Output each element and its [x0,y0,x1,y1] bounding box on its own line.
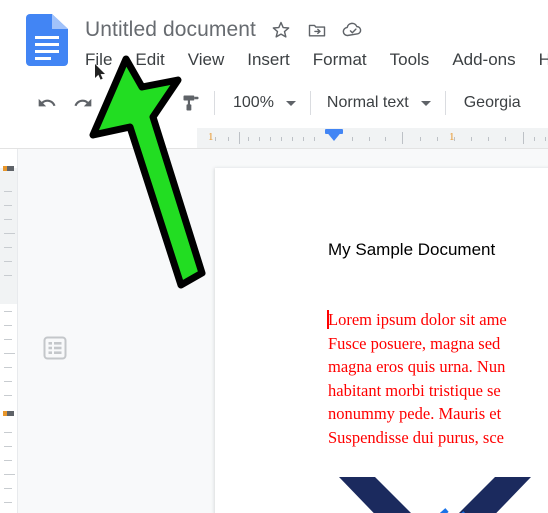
font-family-value: Georgia [463,94,521,111]
vertical-ruler[interactable] [0,149,18,513]
left-indent-marker[interactable] [325,130,343,141]
toolbar-divider [444,91,446,115]
ruler-minor-tick [4,191,12,192]
ruler-minor-tick [4,446,12,447]
ruler-number: 1 [208,131,214,143]
ruler-minor-tick [420,137,421,141]
ruler-minor-tick [4,325,12,326]
menu-item-tools[interactable]: Tools [390,50,430,70]
ruler-minor-tick [4,460,12,461]
font-family-dropdown[interactable]: Georgia [462,89,523,117]
bottom-margin-marker-accent [3,411,7,416]
ruler-minor-tick [4,395,12,396]
chevron-down-icon [285,100,296,106]
ruler-minor-tick [352,137,353,141]
print-icon[interactable] [104,88,134,118]
ruler-minor-tick [259,137,260,141]
ruler-minor-tick [248,137,249,141]
ruler-gutter [0,128,197,148]
zoom-dropdown[interactable]: 100% [231,89,302,117]
body-line: magna eros quis urna. Nun [328,357,506,376]
paragraph-style-value: Normal text [326,94,409,111]
document-title[interactable]: Untitled document [85,18,256,42]
ruler-major-tick [4,233,15,234]
document-heading: My Sample Document [328,240,496,259]
ruler-minor-tick [4,311,12,312]
body-line: Fusce posuere, magna sed [328,333,501,353]
chevron-down-icon [420,100,431,106]
ruler-minor-tick [303,137,304,141]
star-icon[interactable] [270,19,292,41]
redo-icon[interactable] [68,88,98,118]
menu-item-help[interactable]: Hel [539,50,548,70]
ruler-minor-tick [270,137,271,141]
ruler-minor-tick [4,205,12,206]
ruler-minor-tick [4,502,12,503]
document-page[interactable]: My Sample Document Lorem ipsum dolor sit… [215,168,548,513]
menu-item-format[interactable]: Format [313,50,367,70]
ruler-minor-tick [4,381,12,382]
document-outline-icon[interactable] [40,333,70,363]
app-header: Untitled document File Edit View Insert … [0,0,548,80]
google-docs-logo-icon[interactable] [26,14,68,66]
spelling-check-icon[interactable] [140,88,170,118]
body-line: Lorem ipsum dolor sit ame [328,310,507,329]
menu-item-edit[interactable]: Edit [135,50,164,70]
ruler-major-tick [523,132,524,144]
body-line: nonummy pede. Mauris et [328,404,502,423]
paragraph-style-dropdown[interactable]: Normal text [325,89,437,117]
body-line: habitant morbi tristique se [328,380,501,400]
ruler-minor-tick [369,137,370,141]
ruler-minor-tick [4,219,12,220]
paint-format-icon[interactable] [176,88,206,118]
vertical-ruler-margin-zone [0,168,17,304]
ruler-minor-tick [437,137,438,141]
toolbar-divider [309,91,311,115]
ruler-minor-tick [4,488,12,489]
ruler-minor-tick [505,137,506,141]
ruler-minor-tick [4,247,12,248]
zoom-value: 100% [233,94,274,111]
ruler-number: 1 [449,131,455,143]
ruler-minor-tick [215,137,216,141]
ruler-minor-tick [281,137,282,141]
document-canvas: My Sample Document Lorem ipsum dolor sit… [0,149,548,513]
ruler-minor-tick [4,432,12,433]
ruler-minor-tick [4,275,12,276]
horizontal-ruler[interactable]: 1 1 [0,128,548,149]
ruler-major-tick [402,132,403,144]
document-body-text[interactable]: Lorem ipsum dolor sit ame Fusce posuere,… [328,308,548,449]
document-inline-image[interactable] [335,473,535,513]
ruler-major-tick [239,132,240,144]
ruler-minor-tick [385,137,386,141]
formatting-toolbar: 100% Normal text Georgia [0,80,548,126]
ruler-minor-tick [4,339,12,340]
cloud-saved-icon[interactable] [342,19,364,41]
ruler-minor-tick [488,137,489,141]
ruler-minor-tick [4,261,12,262]
menu-bar: File Edit View Insert Format Tools Add-o… [85,50,548,70]
ruler-minor-tick [4,367,12,368]
menu-item-insert[interactable]: Insert [247,50,290,70]
ruler-major-tick [4,353,15,354]
toolbar-divider [214,91,215,115]
ruler-minor-tick [545,137,546,141]
menu-item-view[interactable]: View [188,50,225,70]
top-margin-marker-accent [3,166,7,171]
ruler-minor-tick [228,137,229,141]
document-title-row: Untitled document [85,13,364,47]
ruler-minor-tick [292,137,293,141]
ruler-major-tick [4,474,15,475]
menu-item-add-ons[interactable]: Add-ons [452,50,515,70]
body-line: Suspendisse dui purus, sce [328,427,504,447]
undo-icon[interactable] [32,88,62,118]
ruler-minor-tick [471,137,472,141]
menu-item-file[interactable]: File [85,50,112,70]
move-to-folder-icon[interactable] [306,19,328,41]
ruler-minor-tick [534,137,535,141]
ruler-minor-tick [314,137,315,141]
